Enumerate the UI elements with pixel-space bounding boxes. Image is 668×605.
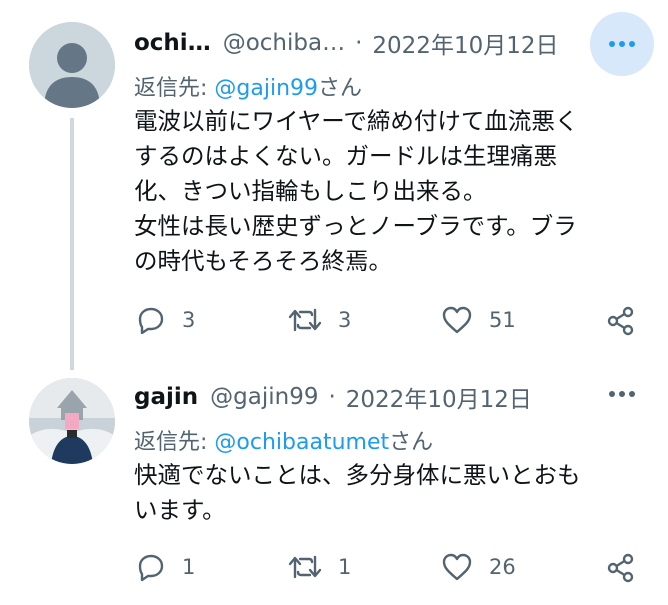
separator-dot: ·: [355, 30, 363, 56]
tweet-text-line: の時代もそろそろ終焉。: [134, 247, 393, 275]
like-count: 26: [489, 555, 516, 579]
default-user-icon: [29, 22, 115, 108]
more-options-button[interactable]: [598, 370, 646, 418]
tweet[interactable]: gajin @gajin99 · 2022年10月12日 返信先: @ochib…: [0, 362, 668, 605]
retweet-count: 3: [338, 308, 352, 332]
more-dots-icon: [609, 41, 635, 47]
share-icon: [607, 306, 634, 336]
like-button[interactable]: 51: [441, 306, 516, 334]
tweet-actions: 1 1 26: [136, 553, 641, 583]
tweet-text-line: するのはよくない。ガードルは生理痛悪: [134, 142, 557, 170]
tweet[interactable]: ochi… @ochiba… · 2022年10月12日 返信先: @gajin…: [0, 0, 668, 370]
retweet-icon: [288, 308, 322, 332]
avatar[interactable]: [29, 22, 115, 108]
share-button[interactable]: [606, 306, 636, 336]
mention-link[interactable]: @gajin99: [214, 76, 318, 101]
separator-dot: ·: [328, 384, 336, 410]
reply-icon: [138, 554, 164, 581]
tweet-header: ochi… @ochiba… · 2022年10月12日: [134, 26, 558, 60]
tweet-header: gajin @gajin99 · 2022年10月12日: [134, 380, 532, 414]
tweet-actions: 3 3 51: [136, 306, 641, 336]
share-button[interactable]: [606, 553, 636, 583]
replying-to: 返信先: @gajin99さん: [134, 70, 362, 102]
retweet-icon: [288, 555, 322, 579]
display-name[interactable]: ochi…: [134, 30, 211, 56]
heart-icon: [442, 553, 472, 581]
replying-label: 返信先:: [134, 76, 215, 101]
replying-suffix: さん: [318, 76, 363, 101]
reply-button[interactable]: 3: [136, 306, 195, 334]
tweet-text: 快適でないことは、多分身体に悪いとおも います。: [134, 458, 654, 528]
tweet-text-line: 電波以前にワイヤーで締め付けて血流悪く: [134, 107, 579, 135]
reply-icon: [138, 307, 164, 334]
mention-link[interactable]: @ochibaatumet: [214, 430, 389, 455]
tweet-text-line: 女性は長い歴史ずっとノーブラです。ブラ: [134, 212, 577, 240]
share-icon: [607, 553, 634, 583]
tweet-text-line: 化、きつい指輪もしこり出来る。: [134, 177, 487, 205]
photo-avatar: [29, 378, 115, 464]
retweet-button[interactable]: 1: [288, 553, 351, 581]
replying-label: 返信先:: [134, 430, 215, 455]
retweet-count: 1: [338, 555, 352, 579]
user-handle[interactable]: @ochiba…: [223, 30, 345, 56]
like-count: 51: [489, 308, 516, 332]
reply-count: 1: [182, 555, 196, 579]
tweet-text: 電波以前にワイヤーで締め付けて血流悪く するのはよくない。ガードルは生理痛悪 化…: [134, 104, 654, 279]
replying-suffix: さん: [389, 430, 434, 455]
tweet-date[interactable]: 2022年10月12日: [372, 26, 558, 60]
tweet-text-line: います。: [134, 496, 226, 524]
reply-count: 3: [182, 308, 196, 332]
more-dots-icon: [609, 391, 635, 397]
avatar[interactable]: [29, 378, 115, 464]
reply-button[interactable]: 1: [136, 553, 195, 581]
retweet-button[interactable]: 3: [288, 306, 351, 334]
like-button[interactable]: 26: [441, 553, 516, 581]
thread-connector-line: [70, 118, 74, 370]
tweet-text-line: 快適でないことは、多分身体に悪いとおも: [134, 461, 581, 489]
replying-to: 返信先: @ochibaatumetさん: [134, 424, 433, 456]
more-options-button[interactable]: [590, 12, 654, 76]
tweet-date[interactable]: 2022年10月12日: [346, 380, 532, 414]
display-name[interactable]: gajin: [134, 384, 198, 410]
heart-icon: [442, 306, 472, 334]
user-handle[interactable]: @gajin99: [210, 384, 318, 410]
